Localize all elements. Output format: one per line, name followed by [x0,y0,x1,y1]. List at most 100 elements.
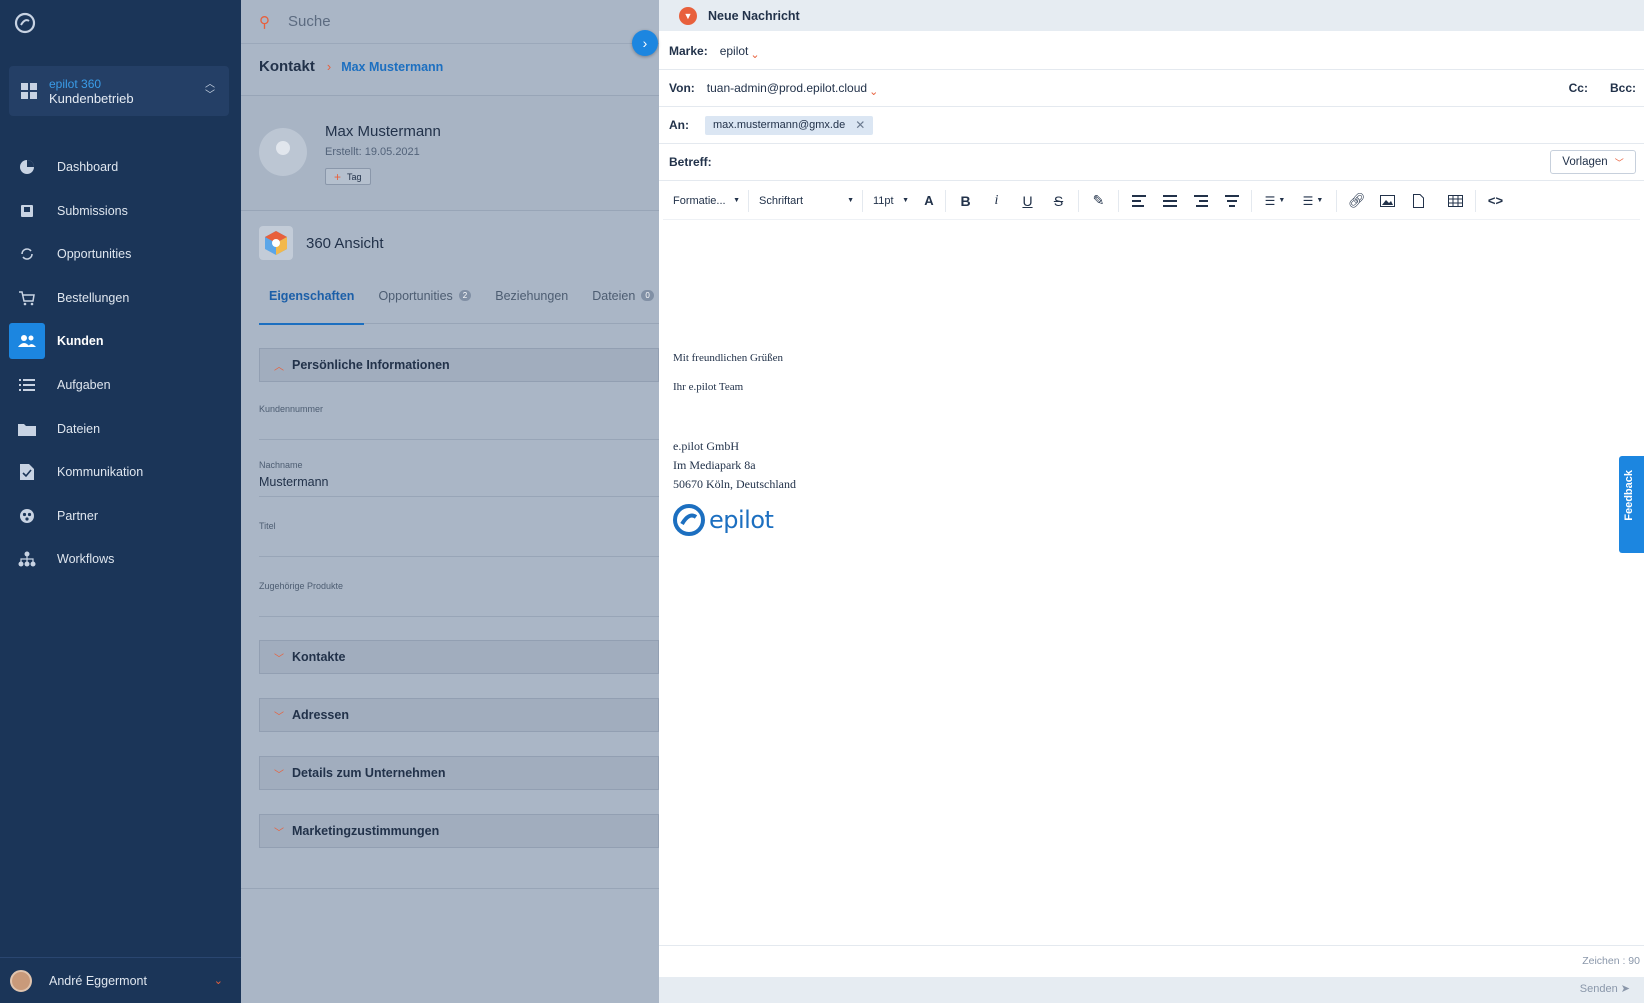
image-icon[interactable] [1372,189,1403,213]
section-personal-info[interactable]: ︿ Persönliche Informationen [259,348,659,382]
section-kontakte[interactable]: ﹀ Kontakte [259,640,659,674]
sidebar-item-submissions[interactable]: Submissions [9,193,229,229]
tab-label: Eigenschaften [269,288,355,303]
chevron-down-icon: ﹀ [274,769,284,781]
subject-input[interactable] [724,152,1644,172]
contact-header: Max Mustermann Erstellt: 19.05.2021 + Tag [241,95,659,211]
bcc-button[interactable]: Bcc: [1610,81,1636,95]
tab-opportunities[interactable]: Opportunities 2 [378,268,481,324]
align-left-icon[interactable] [1123,189,1154,213]
sidebar-item-label: Opportunities [57,247,132,262]
italic-icon[interactable]: i [981,189,1012,213]
view-360-header: 360 Ansicht [259,226,384,260]
search-bar[interactable]: ⚲ Suche [241,0,659,44]
chevron-down-icon: ▼ [683,10,693,21]
tab-eigenschaften[interactable]: Eigenschaften [259,268,365,325]
tab-bar: Eigenschaften Opportunities 2 Beziehungen… [259,268,686,325]
brand-select[interactable]: epilot [720,44,749,58]
section-title: Persönliche Informationen [292,358,450,372]
toolbar-divider [1251,189,1252,212]
signature-street: Im Mediapark 8a [673,458,756,472]
strikethrough-icon[interactable]: S [1043,189,1074,213]
field-label: Titel [259,521,276,531]
epilot-logo-icon[interactable] [14,12,36,34]
format-select[interactable]: Formatie... ▼ [673,189,749,212]
sidebar-item-aufgaben[interactable]: Aufgaben [9,367,229,403]
cc-bcc-controls: Cc: Bcc: [1569,81,1636,95]
underline-icon[interactable]: U [1012,189,1043,213]
sidebar-item-kunden[interactable]: Kunden [9,323,229,360]
text-color-icon[interactable]: A [917,189,941,213]
section-marketing[interactable]: ﹀ Marketingzustimmungen [259,814,659,848]
sidebar-item-bestellungen[interactable]: Bestellungen [9,280,229,316]
search-input[interactable]: Suche [288,13,331,30]
collapse-panel-button[interactable]: › [632,30,658,56]
sidebar-item-label: Partner [57,508,98,523]
sidebar-item-workflows[interactable]: Workflows [9,541,229,577]
field-zugehoerige-produkte[interactable]: Zugehörige Produkte [259,581,659,617]
sidebar-item-label: Dateien [57,421,101,436]
ordered-list-icon[interactable]: ☰ ▼ [1256,189,1294,213]
align-justify-icon[interactable] [1216,189,1247,213]
chevron-down-icon[interactable]: ⌄ [869,85,878,98]
to-label: An: [669,118,689,132]
cc-button[interactable]: Cc: [1569,81,1588,95]
signature-address: e.pilot GmbH Im Mediapark 8a 50670 Köln,… [673,437,796,494]
sidebar-item-partner[interactable]: Partner [9,498,229,534]
org-switcher[interactable]: epilot 360 Kundenbetrieb ︿ ﹀ [9,66,229,116]
breadcrumb-root[interactable]: Kontakt [259,58,315,75]
field-value [259,536,659,551]
add-tag-button[interactable]: + Tag [325,168,371,185]
clear-format-icon[interactable]: ✎ [1083,189,1114,213]
feedback-tab[interactable]: Feedback [1619,456,1644,553]
document-check-icon [9,454,45,490]
section-adressen[interactable]: ﹀ Adressen [259,698,659,732]
partner-icon [9,498,45,534]
file-icon[interactable] [1403,189,1434,213]
chevron-updown-icon: ︿ ﹀ [205,79,215,101]
field-label: Kundennummer [259,404,324,414]
size-select[interactable]: 11pt ▼ [873,190,917,212]
chevron-down-icon[interactable]: ⌄ [750,48,759,61]
align-center-icon[interactable] [1154,189,1185,213]
pie-chart-icon [9,149,45,185]
sidebar-item-opportunities[interactable]: Opportunities [9,236,229,272]
field-nachname[interactable]: Nachname Mustermann [259,460,659,497]
sidebar-item-dashboard[interactable]: Dashboard [9,149,229,185]
send-button[interactable]: Senden ➤ [1580,982,1630,995]
from-row: Von: tuan-admin@prod.epilot.cloud ⌄ Cc: … [659,70,1644,107]
bullet-list-icon[interactable]: ☰ ▼ [1294,189,1332,213]
chevron-down-icon: ﹀ [274,827,284,839]
align-right-icon[interactable] [1185,189,1216,213]
epilot-logo-icon [673,504,705,536]
field-titel[interactable]: Titel [259,521,659,557]
user-menu[interactable]: André Eggermont ⌄ [0,957,241,1003]
sidebar-item-dateien[interactable]: Dateien [9,411,229,447]
tab-dateien[interactable]: Dateien 0 [592,268,664,324]
close-icon[interactable]: ✕ [855,118,865,132]
recipient-email: max.mustermann@gmx.de [713,119,846,131]
divider [659,945,1644,946]
compose-header: ▼ Neue Nachricht [659,0,1644,31]
cart-icon [9,280,45,316]
paper-plane-icon: ➤ [1620,983,1630,995]
tab-beziehungen[interactable]: Beziehungen [495,268,578,324]
field-kundennummer[interactable]: Kundennummer [259,404,659,440]
chevron-down-icon: ﹀ [274,653,284,665]
link-icon[interactable]: 🔗︎ [1341,189,1372,213]
minimize-button[interactable]: ▼ [679,6,697,25]
code-icon[interactable]: <> [1480,189,1511,213]
section-unternehmen[interactable]: ﹀ Details zum Unternehmen [259,756,659,790]
bold-icon[interactable]: B [950,189,981,213]
templates-dropdown[interactable]: Vorlagen ﹀ [1550,150,1636,174]
message-body[interactable]: Mit freundlichen Grüßen Ihr e.pilot Team… [673,352,796,536]
folder-icon [9,411,45,447]
recipient-chip[interactable]: max.mustermann@gmx.de ✕ [705,115,874,135]
font-select[interactable]: Schriftart ▼ [759,189,863,212]
count-badge: 0 [641,290,654,301]
sidebar-item-label: Submissions [57,203,128,218]
list-icon [9,367,45,403]
from-select[interactable]: tuan-admin@prod.epilot.cloud [707,81,867,95]
table-icon[interactable] [1440,189,1471,213]
sidebar-item-kommunikation[interactable]: Kommunikation [9,454,229,490]
